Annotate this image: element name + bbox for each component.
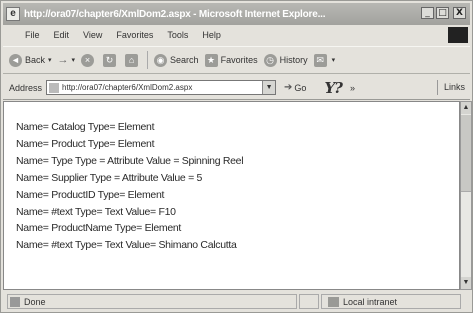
yahoo-toolbar-logo-icon[interactable]: Y? xyxy=(324,79,342,97)
stop-button[interactable]: × xyxy=(81,53,97,67)
list-item: Name= Product Type= Element xyxy=(16,137,155,150)
back-dropdown-icon[interactable]: ▾ xyxy=(48,56,52,64)
minimize-button[interactable]: _ xyxy=(421,7,434,19)
list-item: Name= #text Type= Text Value= F10 xyxy=(16,205,176,218)
favorites-icon: ★ xyxy=(204,53,218,67)
node-list: Name= Catalog Type= Element Name= Produc… xyxy=(4,102,459,254)
done-page-icon xyxy=(10,296,20,307)
windows-logo-icon xyxy=(448,27,468,43)
list-item: Name= Catalog Type= Element xyxy=(16,121,155,133)
history-label: History xyxy=(279,55,308,65)
back-label: Back xyxy=(25,55,46,65)
page-icon xyxy=(49,82,60,93)
favorites-button[interactable]: ★ Favorites xyxy=(204,53,258,67)
list-item: Name= Supplier Type = Attribute Value = … xyxy=(16,171,203,184)
status-message: Done xyxy=(7,294,297,309)
chevron-right-icon[interactable]: » xyxy=(350,83,355,93)
maximize-button[interactable]: □ xyxy=(436,7,449,19)
menu-view[interactable]: View xyxy=(83,30,102,40)
mail-button[interactable]: ✉ ▾ xyxy=(313,53,336,67)
scroll-thumb[interactable] xyxy=(461,115,471,192)
scroll-up-icon[interactable]: ▲ xyxy=(461,102,471,114)
menu-help[interactable]: Help xyxy=(202,30,221,40)
window-title: http://ora07/chapter6/XmlDom2.aspx - Mic… xyxy=(24,8,326,20)
refresh-button[interactable]: ↻ xyxy=(103,53,119,67)
list-item: Name= #text Type= Text Value= Shimano Ca… xyxy=(16,239,237,252)
address-label: Address xyxy=(9,82,43,93)
address-input[interactable]: http://ora07/chapter6/XmlDom2.aspx ▼ xyxy=(46,80,277,95)
search-icon: ◉ xyxy=(154,53,168,67)
address-bar: Address http://ora07/chapter6/XmlDom2.as… xyxy=(3,76,470,100)
favorites-label: Favorites xyxy=(220,55,258,65)
back-button[interactable]: ◄ Back ▾ xyxy=(9,53,52,67)
toolbar-divider xyxy=(147,51,149,69)
menu-file[interactable]: File xyxy=(25,30,40,40)
menu-edit[interactable]: Edit xyxy=(54,30,70,40)
links-button[interactable]: Links xyxy=(437,80,470,95)
go-label: Go xyxy=(294,82,307,93)
history-button[interactable]: ◷ History xyxy=(263,53,308,67)
list-item: Name= ProductName Type= Element xyxy=(16,222,182,235)
forward-dropdown-icon[interactable]: ▾ xyxy=(72,56,76,64)
stop-icon: × xyxy=(81,53,95,67)
browser-window: e http://ora07/chapter6/XmlDom2.aspx - M… xyxy=(0,0,473,313)
scroll-down-icon[interactable]: ▼ xyxy=(461,277,471,289)
history-icon: ◷ xyxy=(263,53,277,67)
menu-tools[interactable]: Tools xyxy=(167,30,188,40)
title-bar[interactable]: e http://ora07/chapter6/XmlDom2.aspx - M… xyxy=(3,3,470,25)
window-controls: _ □ X xyxy=(421,7,466,19)
intranet-zone-icon xyxy=(328,296,339,307)
status-done-text: Done xyxy=(24,296,46,307)
go-button[interactable]: ➔ Go xyxy=(284,82,306,93)
back-arrow-icon: ◄ xyxy=(9,53,22,67)
security-zone: Local intranet xyxy=(321,294,461,309)
home-icon: ⌂ xyxy=(125,53,139,67)
forward-button[interactable]: → ▾ xyxy=(58,54,76,66)
page-content: Name= Catalog Type= Element Name= Produc… xyxy=(3,101,460,290)
forward-arrow-icon: → xyxy=(57,54,69,66)
mail-dropdown-icon[interactable]: ▾ xyxy=(332,56,336,64)
standard-toolbar: ◄ Back ▾ → ▾ × ↻ ⌂ ◉ Search ★ Favorites … xyxy=(3,46,470,74)
search-button[interactable]: ◉ Search xyxy=(154,53,199,67)
menu-favorites[interactable]: Favorites xyxy=(116,30,153,40)
refresh-icon: ↻ xyxy=(103,53,117,67)
close-button[interactable]: X xyxy=(453,7,466,19)
search-label: Search xyxy=(170,55,199,65)
mail-icon: ✉ xyxy=(313,53,327,67)
list-item: Name= ProductID Type= Element xyxy=(16,188,165,201)
address-url: http://ora07/chapter6/XmlDom2.aspx xyxy=(62,83,193,92)
menu-bar: File Edit View Favorites Tools Help xyxy=(3,26,470,44)
status-bar: Done Local intranet xyxy=(3,292,470,311)
address-dropdown-icon[interactable]: ▼ xyxy=(262,81,276,94)
list-item: Name= Type Type = Attribute Value = Spin… xyxy=(16,154,244,167)
ie-logo-icon: e xyxy=(6,7,20,21)
home-button[interactable]: ⌂ xyxy=(125,53,141,67)
go-arrow-icon: ➔ xyxy=(284,82,293,93)
zone-label: Local intranet xyxy=(343,296,398,307)
status-panel xyxy=(299,294,319,309)
vertical-scrollbar[interactable]: ▲ ▼ xyxy=(460,101,472,290)
